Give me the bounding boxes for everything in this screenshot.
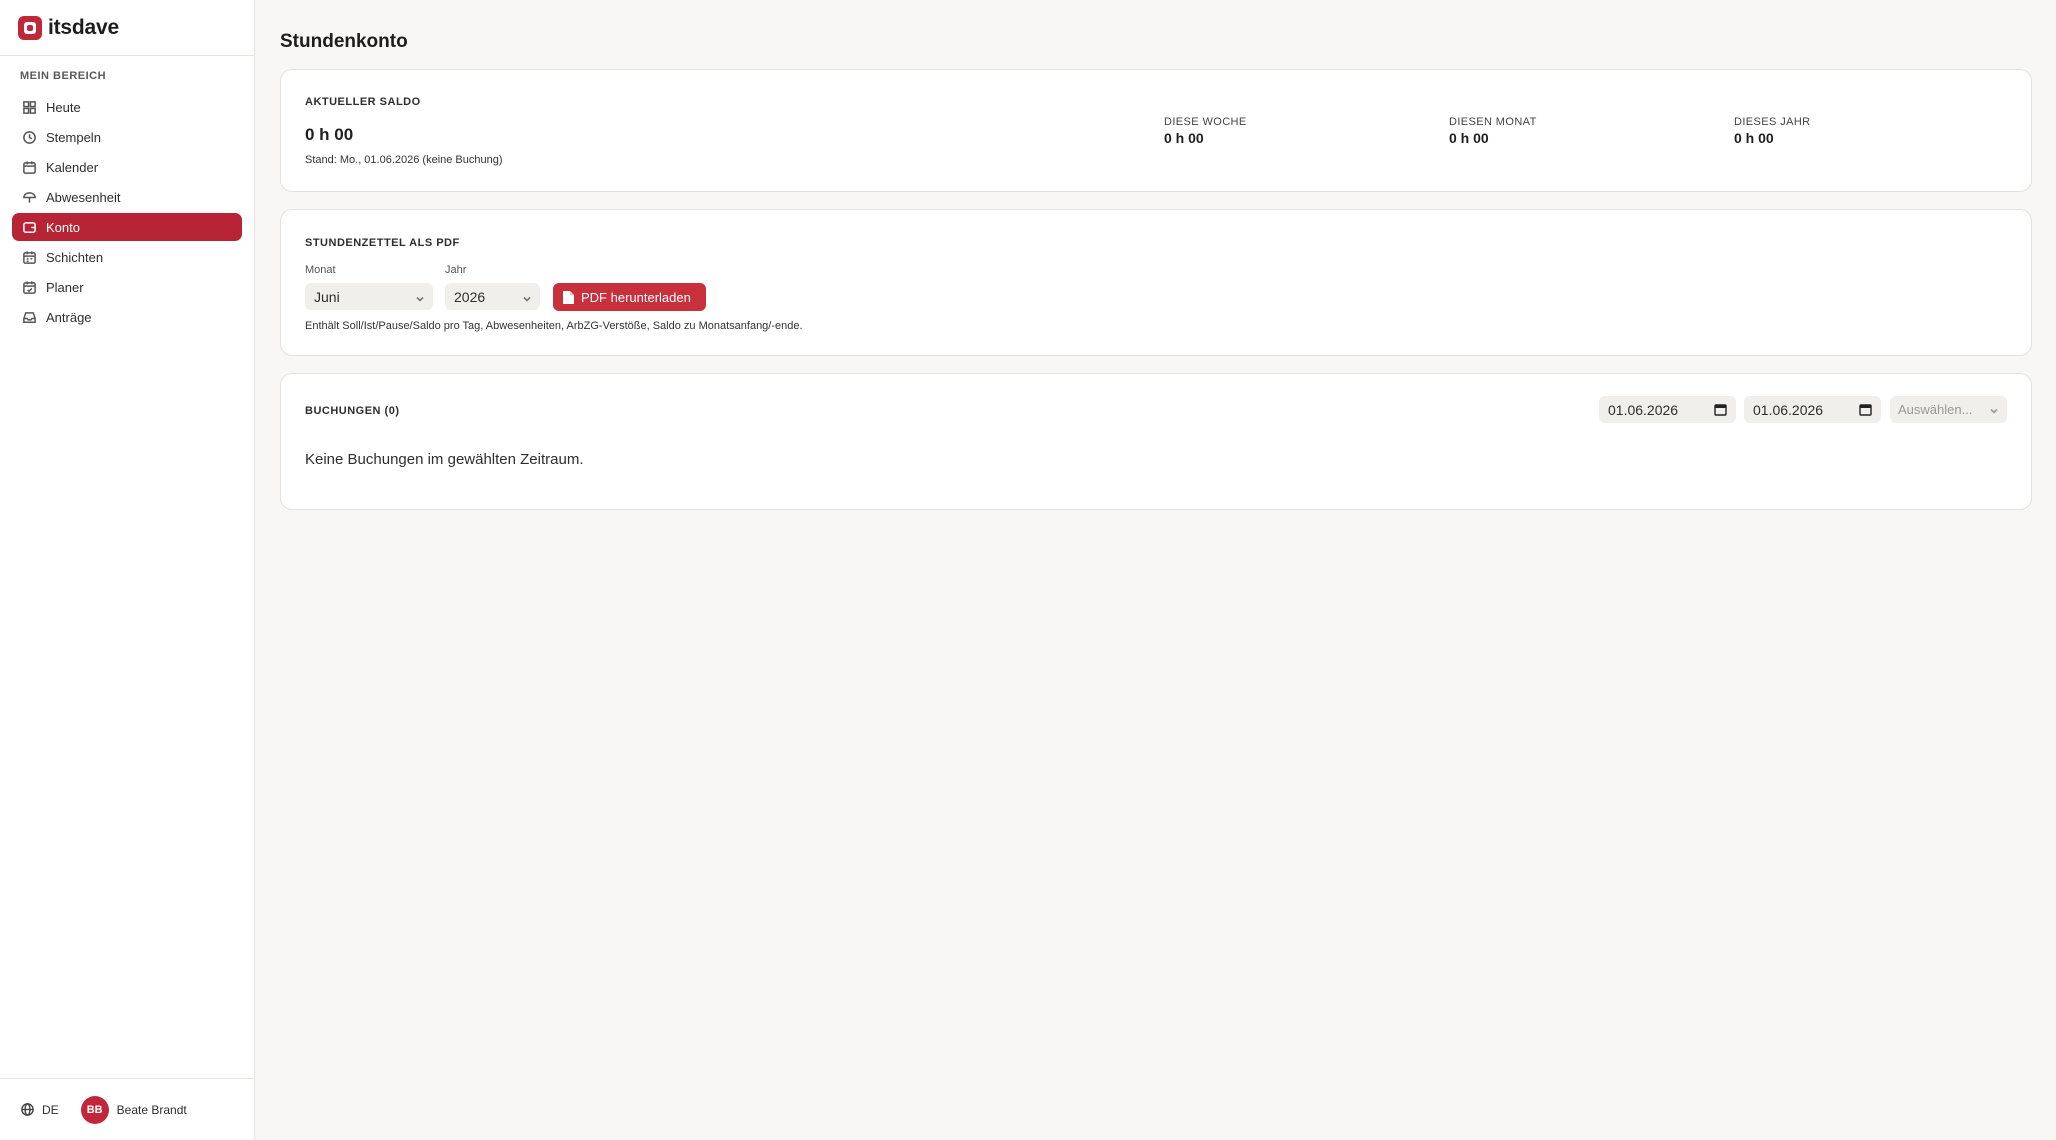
buchungen-title: BUCHUNGEN (0) (305, 405, 400, 417)
language-switch[interactable]: DE (20, 1102, 59, 1117)
itsdave-logo-icon (18, 15, 42, 40)
pdf-download-label: PDF herunterladen (581, 289, 691, 305)
pdf-hint: Enthält Soll/Ist/Pause/Saldo pro Tag, Ab… (305, 320, 803, 332)
sidebar-item-kalender[interactable]: Kalender (12, 153, 242, 181)
sidebar-item-label: Anträge (46, 309, 92, 325)
saldo-value: 0 h 00 (305, 125, 354, 144)
chevron-down-icon (1989, 404, 1999, 419)
saldo-stand: Stand: Mo., 01.06.2026 (keine Buchung) (305, 154, 503, 166)
sidebar-item-konto[interactable]: Konto (12, 213, 242, 241)
filter-placeholder: Auswählen... (1898, 402, 1973, 417)
date-to-value: 01.06.2026 (1753, 401, 1824, 418)
globe-icon (21, 1103, 34, 1116)
saldo-title: AKTUELLER SALDO (305, 96, 421, 108)
stat-label: DIESE WOCHE (1164, 116, 1247, 128)
brand-name: itsdave (48, 15, 119, 39)
sidebar-item-heute[interactable]: Heute (12, 93, 242, 121)
section-label: MEIN BEREICH (20, 70, 107, 82)
date-from-value: 01.06.2026 (1608, 401, 1679, 418)
month-label: Monat (305, 264, 336, 276)
main-content: Stundenkonto AKTUELLER SALDO 0 h 00 Stan… (280, 0, 2032, 510)
wallet-icon (23, 221, 36, 233)
stat-year: DIESES JAHR 0 h 00 (1734, 116, 1811, 146)
month-select-value: Juni (314, 288, 340, 305)
date-to-input[interactable]: 01.06.2026 (1744, 396, 1881, 423)
sidebar-item-label: Planer (46, 279, 84, 295)
stat-value: 0 h 00 (1734, 130, 1774, 146)
pdf-download-button[interactable]: PDF herunterladen (553, 283, 706, 311)
sidebar-item-antraege[interactable]: Anträge (12, 303, 242, 331)
calendar-grid-icon (23, 250, 36, 264)
month-select[interactable]: Juni (305, 283, 433, 310)
sidebar-item-abwesenheit[interactable]: Abwesenheit (12, 183, 242, 211)
buchungen-card: BUCHUNGEN (0) 01.06.2026 01.06.2026 Ausw… (280, 373, 2032, 510)
sidebar-item-planer[interactable]: Planer (12, 273, 242, 301)
calendar-plan-icon (23, 280, 36, 294)
dashboard-icon (23, 100, 36, 114)
empty-message: Keine Buchungen im gewählten Zeitraum. (305, 451, 584, 468)
stat-month: DIESEN MONAT 0 h 00 (1449, 116, 1537, 146)
umbrella-icon (23, 191, 36, 203)
calendar-icon (23, 160, 36, 174)
sidebar-item-schichten[interactable]: Schichten (12, 243, 242, 271)
stat-value: 0 h 00 (1449, 130, 1489, 146)
chevron-down-icon (522, 291, 532, 302)
brand[interactable]: itsdave (0, 0, 254, 56)
sidebar-item-label: Heute (46, 99, 81, 115)
language-label: DE (42, 1102, 59, 1117)
sidebar-item-label: Konto (46, 219, 80, 235)
sidebar-footer: DE BB Beate Brandt (0, 1078, 255, 1140)
sidebar-item-label: Stempeln (46, 129, 101, 145)
sidebar: itsdave MEIN BEREICH Heute Stempeln Kale… (0, 0, 255, 1140)
document-icon (563, 290, 574, 304)
calendar-icon (1714, 404, 1727, 416)
year-select[interactable]: 2026 (445, 283, 540, 310)
sidebar-nav: Heute Stempeln Kalender Abwesenheit Kont… (0, 93, 254, 331)
year-select-value: 2026 (454, 288, 486, 305)
chevron-down-icon (415, 291, 425, 302)
inbox-icon (23, 311, 36, 323)
year-label: Jahr (445, 264, 467, 276)
clock-icon (23, 130, 36, 144)
stat-value: 0 h 00 (1164, 130, 1204, 146)
stat-label: DIESES JAHR (1734, 116, 1811, 128)
pdf-title: STUNDENZETTEL ALS PDF (305, 237, 460, 249)
sidebar-item-label: Abwesenheit (46, 189, 121, 205)
sidebar-item-stempeln[interactable]: Stempeln (12, 123, 242, 151)
stat-week: DIESE WOCHE 0 h 00 (1164, 116, 1247, 146)
calendar-icon (1859, 404, 1872, 416)
date-from-input[interactable]: 01.06.2026 (1599, 396, 1736, 423)
avatar[interactable]: BB (80, 1095, 109, 1124)
sidebar-item-label: Schichten (46, 249, 104, 265)
user-name[interactable]: Beate Brandt (117, 1103, 187, 1117)
saldo-card: AKTUELLER SALDO 0 h 00 Stand: Mo., 01.06… (280, 69, 2032, 192)
page-title: Stundenkonto (280, 31, 408, 52)
stat-label: DIESEN MONAT (1449, 116, 1537, 128)
pdf-card: STUNDENZETTEL ALS PDF Monat Juni Jahr 20… (280, 209, 2032, 356)
filter-select[interactable]: Auswählen... (1890, 396, 2007, 423)
sidebar-item-label: Kalender (46, 159, 99, 175)
